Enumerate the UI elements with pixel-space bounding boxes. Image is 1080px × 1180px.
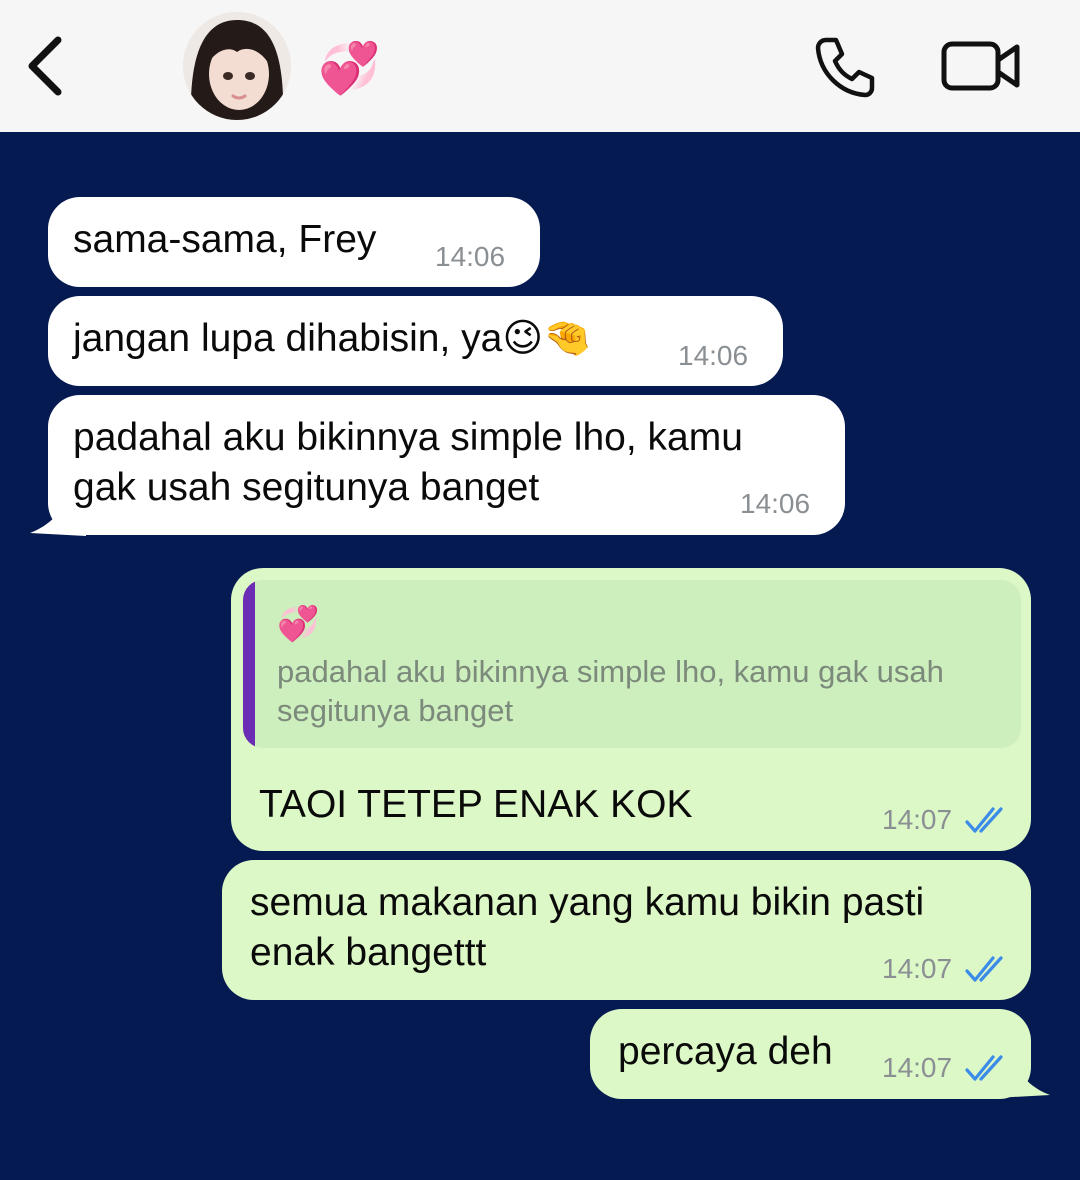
message-time: 14:07 <box>882 953 953 984</box>
video-call-button[interactable] <box>940 40 1022 92</box>
quote-text: padahal aku bikinnya simple lho, kamu ga… <box>277 654 944 728</box>
message-text: jangan lupa dihabisin, ya😉🤏 <box>73 317 592 360</box>
quote-accent-bar <box>243 580 255 748</box>
message-bubble-incoming[interactable]: sama-sama, Frey 14:06 <box>48 197 540 287</box>
call-button[interactable] <box>812 34 878 100</box>
contact-name[interactable]: 💞 <box>318 38 380 98</box>
avatar-photo <box>183 12 291 120</box>
back-button[interactable] <box>22 32 78 100</box>
message-bubble-incoming[interactable]: padahal aku bikinnya simple lho, kamu ga… <box>48 395 845 535</box>
message-time: 14:06 <box>678 340 749 371</box>
quote-author: 💞 <box>277 604 320 644</box>
chat-header: 💞 <box>0 0 1080 132</box>
message-text: percaya deh <box>618 1030 833 1073</box>
message-time: 14:06 <box>435 241 506 272</box>
message-bubble-incoming[interactable]: jangan lupa dihabisin, ya😉🤏 14:06 <box>48 296 783 386</box>
chevron-left-icon <box>28 36 62 96</box>
message-bubble-outgoing[interactable]: percaya deh 14:07 <box>590 1009 1031 1099</box>
read-receipt-icon <box>965 1055 1003 1081</box>
read-receipt-icon <box>965 956 1003 982</box>
video-camera-icon <box>941 41 1020 91</box>
message-time: 14:07 <box>882 1052 953 1083</box>
message-time: 14:07 <box>882 804 953 835</box>
message-text: padahal aku bikinnya simple lho, kamu ga… <box>73 416 743 509</box>
message-text: sama-sama, Frey <box>73 218 377 261</box>
avatar[interactable] <box>183 12 291 120</box>
quoted-message[interactable]: 💞 padahal aku bikinnya simple lho, kamu … <box>243 580 1021 748</box>
message-bubble-outgoing[interactable]: 💞 padahal aku bikinnya simple lho, kamu … <box>231 568 1031 851</box>
phone-icon <box>815 37 875 98</box>
message-time: 14:06 <box>740 488 811 519</box>
message-text: TAOI TETEP ENAK KOK <box>259 783 693 826</box>
message-bubble-outgoing[interactable]: semua makanan yang kamu bikin pasti enak… <box>222 860 1031 1000</box>
read-receipt-icon <box>965 807 1003 833</box>
